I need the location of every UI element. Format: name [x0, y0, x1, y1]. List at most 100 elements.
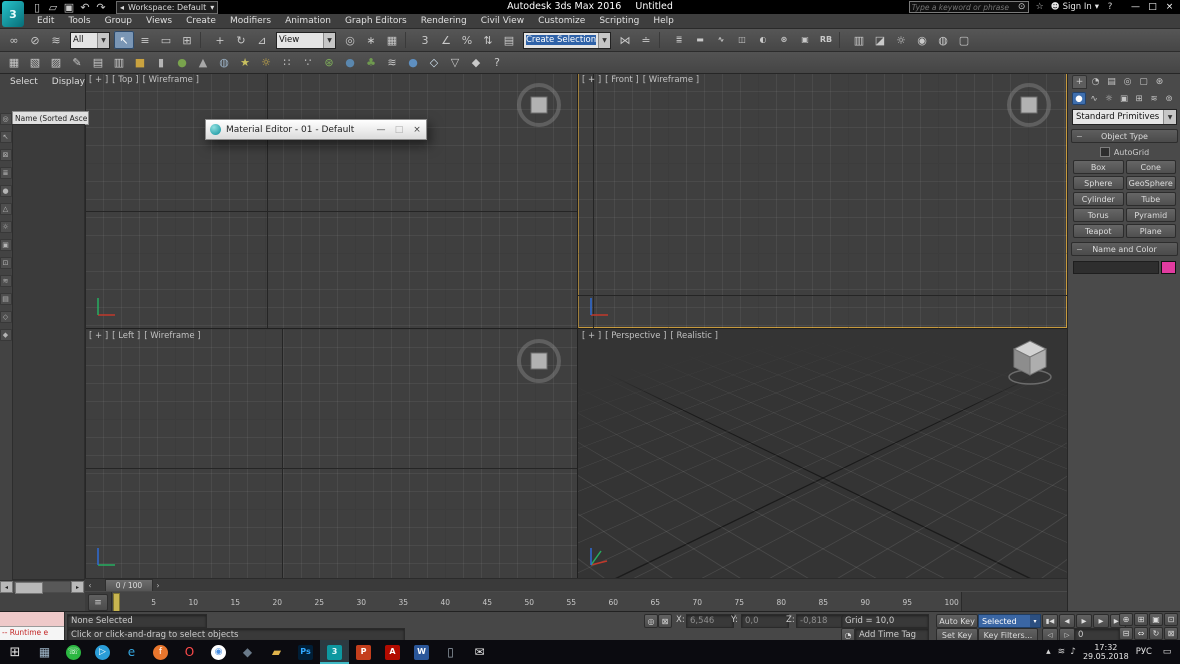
geosphere-button[interactable]: GeoSphere [1126, 176, 1177, 190]
edit-container-icon[interactable]: ✎ [67, 54, 87, 72]
menu-animation[interactable]: Animation [278, 14, 338, 28]
start-button[interactable]: ⊞ [0, 640, 30, 664]
select-and-rotate-icon[interactable]: ↻ [231, 31, 251, 49]
close-button[interactable]: × [408, 122, 426, 137]
geometry-category[interactable]: ● [1072, 92, 1086, 105]
spacewarps-category[interactable]: ≋ [1147, 92, 1161, 105]
viewport-front[interactable]: [ + ] [ Front ] [ Wireframe ] [578, 73, 1067, 328]
menu-group[interactable]: Group [98, 14, 139, 28]
render-setup-icon[interactable]: ⊛ [774, 31, 794, 49]
viewcube[interactable] [517, 83, 561, 127]
undo-icon[interactable]: ↶ [78, 1, 92, 13]
unlink-selection-icon[interactable]: ⊘ [25, 31, 45, 49]
y-coordinate-field[interactable]: 0,0 [741, 614, 789, 628]
helpers-category[interactable]: ⊞ [1132, 92, 1146, 105]
new-scene-icon[interactable]: ▯ [30, 1, 44, 13]
spray-particles-icon[interactable]: ∵ [298, 54, 318, 72]
help-search[interactable]: ⊙ [909, 1, 1029, 13]
key-selection-dropdown[interactable]: Selected ▾ [978, 614, 1041, 628]
viewport-menu-pov[interactable]: [ Left ] [112, 331, 140, 341]
explorer-lights-icon[interactable]: ☼ [0, 221, 12, 233]
edge-icon[interactable]: e [117, 640, 146, 664]
previous-frame-button[interactable]: ◀ [1059, 614, 1075, 628]
viewport-menu-shading[interactable]: [ Wireframe ] [143, 75, 199, 85]
snaps-toggle-icon[interactable]: 3 [415, 31, 435, 49]
local-container-icon[interactable]: ▨ [46, 54, 66, 72]
z-coordinate-field[interactable]: -0,818 [796, 614, 844, 628]
viewport-menu-pov[interactable]: [ Front ] [605, 75, 639, 85]
next-frame-nub[interactable]: › [153, 580, 163, 591]
sun-light-icon[interactable]: ☼ [256, 54, 276, 72]
viewport-menu-general[interactable]: [ + ] [89, 75, 108, 85]
exchange-star-icon[interactable]: ☆ [1034, 2, 1046, 12]
gravity-spacewarp-icon[interactable]: ▽ [445, 54, 465, 72]
explorer-groups-icon[interactable]: ▤ [0, 293, 12, 305]
primitive-category-dropdown[interactable]: Standard Primitives ▼ [1072, 109, 1177, 125]
object-color-swatch[interactable] [1161, 261, 1176, 274]
pyramid-button[interactable]: Pyramid [1126, 208, 1177, 222]
macro-recorder-line[interactable] [0, 612, 64, 627]
container-icon[interactable]: ▦ [4, 54, 24, 72]
plane-button[interactable]: Plane [1126, 224, 1177, 238]
generic-app-icon[interactable]: ◆ [233, 640, 262, 664]
menu-modifiers[interactable]: Modifiers [223, 14, 278, 28]
scrollbar-track[interactable] [14, 582, 70, 592]
box-primitive-icon[interactable]: ■ [130, 54, 150, 72]
ribbon-toggle-icon[interactable]: ▬ [690, 31, 710, 49]
word-icon[interactable]: W [407, 640, 436, 664]
deflector-icon[interactable]: ◆ [466, 54, 486, 72]
edit-named-selections-icon[interactable]: ▤ [499, 31, 519, 49]
composite-editor-icon[interactable]: ◪ [870, 31, 890, 49]
volume-icon[interactable]: ♪ [1070, 647, 1076, 657]
reference-coordinate-dropdown[interactable]: View ▼ [276, 32, 336, 49]
play-animation-button[interactable]: ▶ [1076, 614, 1092, 628]
workspace-dropdown[interactable]: ◂ Workspace: Default ▾ [116, 1, 218, 14]
rendered-frame-icon[interactable]: ▣ [795, 31, 815, 49]
cameras-category[interactable]: ▣ [1117, 92, 1131, 105]
lights-category[interactable]: ☼ [1102, 92, 1116, 105]
file-explorer-icon[interactable]: ▰ [262, 640, 291, 664]
scroll-left-icon[interactable]: ◂ [0, 581, 13, 593]
load-container-icon[interactable]: ▥ [109, 54, 129, 72]
viewcube[interactable] [1007, 83, 1051, 127]
mini-curve-editor-button[interactable]: ≡ [88, 594, 108, 611]
time-slider[interactable]: ‹ 0 / 100 › [85, 578, 1067, 592]
explorer-hierarchy-icon[interactable]: ≣ [0, 167, 12, 179]
scroll-right-icon[interactable]: ▸ [71, 581, 84, 593]
material-editor-window[interactable]: Material Editor - 01 - Default — □ × [205, 119, 427, 140]
auto-key-button[interactable]: Auto Key [936, 614, 978, 628]
zoom-region-icon[interactable]: ⊟ [1119, 627, 1133, 640]
selection-lock-toggle[interactable]: ⊠ [658, 614, 672, 628]
zoom-extents-icon[interactable]: ▣ [1149, 613, 1163, 626]
maximize-viewport-icon[interactable]: ⊠ [1164, 627, 1178, 640]
select-and-scale-icon[interactable]: ⊿ [252, 31, 272, 49]
explorer-menu-display[interactable]: Display [46, 76, 91, 88]
activeshade-icon[interactable]: ◍ [933, 31, 953, 49]
lighting-analysis-icon[interactable]: ☼ [891, 31, 911, 49]
scene-states-icon[interactable]: ▥ [849, 31, 869, 49]
keyboard-override-icon[interactable]: ▦ [382, 31, 402, 49]
menu-rendering[interactable]: Rendering [414, 14, 474, 28]
explorer-horizontal-scrollbar[interactable]: ◂ ▸ [0, 580, 84, 593]
use-pivot-center-icon[interactable]: ◎ [340, 31, 360, 49]
firefox-icon[interactable]: f [146, 640, 175, 664]
mail-icon[interactable]: ✉ [465, 640, 494, 664]
gear-system-icon[interactable]: ⊛ [319, 54, 339, 72]
autogrid-checkbox[interactable] [1100, 147, 1110, 157]
search-input[interactable] [910, 3, 1016, 12]
previous-frame-nub[interactable]: ‹ [85, 580, 95, 591]
align-icon[interactable]: ≐ [636, 31, 656, 49]
scatter-compound-icon[interactable]: ∷ [277, 54, 297, 72]
isolate-selection-toggle[interactable]: ◎ [644, 614, 658, 628]
current-frame-marker[interactable] [113, 593, 120, 613]
task-view-icon[interactable]: ▦ [30, 640, 59, 664]
minimize-button[interactable]: — [1127, 1, 1144, 14]
explorer-object-list[interactable] [12, 124, 85, 580]
maximize-button[interactable]: □ [1144, 1, 1161, 14]
render-production-icon[interactable]: RB [816, 31, 836, 49]
sphere-primitive-icon[interactable]: ● [172, 54, 192, 72]
bind-to-spacewarp-icon[interactable]: ≋ [46, 31, 66, 49]
menu-edit[interactable]: Edit [30, 14, 61, 28]
select-object-icon[interactable]: ↖ [114, 31, 134, 49]
pan-icon[interactable]: ⇔ [1134, 627, 1148, 640]
